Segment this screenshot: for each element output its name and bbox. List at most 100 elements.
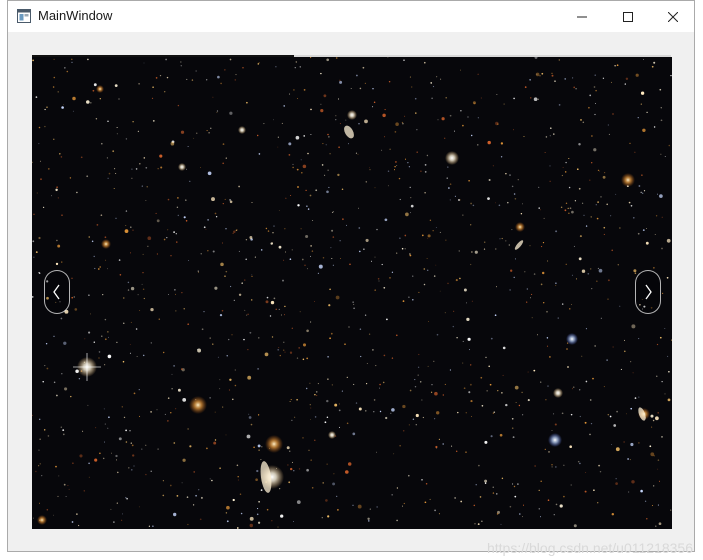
- star: [251, 275, 253, 277]
- star: [549, 356, 551, 358]
- star: [337, 98, 340, 100]
- star: [470, 224, 472, 226]
- star: [470, 202, 472, 205]
- star: [603, 233, 605, 235]
- title-bar[interactable]: MainWindow: [8, 1, 694, 32]
- star: [409, 186, 411, 189]
- star: [399, 237, 401, 239]
- star: [350, 88, 352, 90]
- star: [256, 134, 259, 137]
- star: [477, 523, 480, 525]
- star: [61, 372, 63, 375]
- star: [657, 412, 659, 414]
- star: [309, 404, 311, 406]
- star: [502, 374, 504, 376]
- star: [660, 119, 663, 122]
- maximize-button[interactable]: [605, 1, 651, 32]
- star: [611, 443, 613, 446]
- star: [57, 197, 59, 199]
- previous-slide-button[interactable]: [44, 270, 70, 314]
- star: [511, 229, 513, 231]
- star: [661, 436, 663, 438]
- star: [422, 416, 425, 419]
- minimize-button[interactable]: [559, 1, 605, 32]
- star: [418, 353, 420, 356]
- star: [301, 172, 303, 174]
- star: [637, 117, 639, 119]
- star: [283, 105, 285, 107]
- star: [130, 286, 135, 291]
- star: [295, 61, 298, 63]
- star: [152, 86, 154, 89]
- star: [659, 194, 663, 198]
- star: [130, 226, 132, 228]
- star: [327, 378, 329, 380]
- star: [229, 111, 233, 115]
- star: [459, 199, 461, 201]
- star: [600, 317, 602, 319]
- star: [157, 448, 159, 450]
- star: [212, 343, 214, 345]
- star: [322, 256, 325, 259]
- star: [470, 134, 473, 137]
- star: [263, 123, 265, 125]
- star: [590, 216, 592, 218]
- star: [131, 168, 133, 170]
- star: [56, 239, 58, 242]
- star: [408, 296, 410, 299]
- star: [358, 250, 361, 253]
- star: [148, 525, 151, 527]
- star: [56, 394, 58, 397]
- star: [46, 367, 49, 370]
- star: [627, 491, 630, 493]
- star: [624, 350, 626, 353]
- star: [296, 97, 299, 100]
- star: [254, 256, 256, 258]
- star: [540, 283, 543, 286]
- star: [63, 103, 65, 105]
- star: [640, 489, 643, 493]
- star: [277, 146, 279, 148]
- star: [390, 412, 392, 414]
- star: [188, 260, 190, 261]
- star: [465, 412, 467, 414]
- star: [490, 337, 493, 340]
- star: [90, 313, 91, 315]
- star: [310, 245, 312, 247]
- star: [353, 303, 355, 305]
- star: [108, 172, 111, 175]
- next-slide-button[interactable]: [635, 270, 661, 314]
- star: [646, 111, 648, 114]
- star: [142, 272, 144, 274]
- star: [182, 458, 186, 462]
- star: [643, 59, 644, 61]
- star: [55, 188, 58, 192]
- star: [449, 369, 451, 371]
- star: [299, 311, 301, 313]
- star: [620, 368, 622, 370]
- bright-star: [621, 173, 635, 187]
- star: [93, 83, 97, 87]
- star: [126, 497, 128, 500]
- star: [322, 482, 324, 484]
- star: [337, 173, 340, 177]
- star: [249, 331, 252, 334]
- star: [613, 424, 617, 427]
- star: [116, 127, 118, 128]
- star: [615, 447, 620, 452]
- star: [250, 299, 253, 301]
- star: [51, 195, 52, 197]
- star: [248, 416, 252, 419]
- close-button[interactable]: [650, 1, 696, 32]
- star: [385, 416, 388, 420]
- star: [424, 61, 426, 64]
- star: [651, 505, 653, 506]
- star: [257, 521, 261, 524]
- star: [311, 250, 314, 252]
- star: [336, 495, 338, 498]
- star: [563, 464, 565, 466]
- star: [290, 194, 292, 197]
- star: [53, 335, 55, 337]
- star: [352, 301, 354, 303]
- star: [312, 220, 314, 221]
